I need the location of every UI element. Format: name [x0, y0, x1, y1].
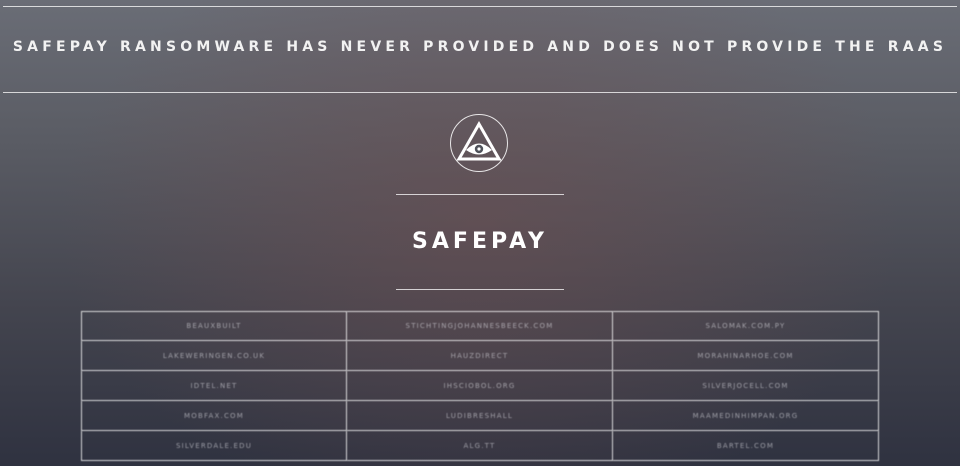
victim-link[interactable]: morahinarhoe.com	[613, 341, 879, 371]
top-divider	[3, 6, 957, 7]
victim-link[interactable]: lakeweringen.co.uk	[81, 341, 347, 371]
table-row: mobfax.com ludibreshall maamedinhimpan.o…	[81, 401, 879, 431]
site-title: SAFEPAY	[412, 229, 548, 254]
victim-link[interactable]: silverjocell.com	[613, 371, 879, 401]
table-row: lakeweringen.co.uk hauzdirect morahinarh…	[81, 341, 879, 371]
victim-link[interactable]: stichtingjohannesbeeck.com	[347, 311, 613, 341]
victim-list-table: beauxbuilt stichtingjohannesbeeck.com sa…	[81, 311, 879, 461]
victim-link[interactable]: silverdale.edu	[81, 431, 347, 461]
eye-in-triangle-icon	[456, 120, 502, 161]
site-logo	[450, 114, 508, 172]
title-bottom-divider	[396, 289, 564, 290]
table-row: silverdale.edu alg.tt bartel.com	[81, 431, 879, 461]
table-row: idtel.net ihsciobol.org silverjocell.com	[81, 371, 879, 401]
title-top-divider	[396, 194, 564, 195]
victim-link[interactable]: alg.tt	[347, 431, 613, 461]
victim-link[interactable]: bartel.com	[613, 431, 879, 461]
victim-link[interactable]: ihsciobol.org	[347, 371, 613, 401]
banner-divider	[3, 92, 957, 93]
victim-link[interactable]: salomak.com.py	[613, 311, 879, 341]
victim-link[interactable]: beauxbuilt	[81, 311, 347, 341]
victim-link[interactable]: idtel.net	[81, 371, 347, 401]
banner-text: SAFEPAY RANSOMWARE HAS NEVER PROVIDED AN…	[12, 39, 948, 55]
table-row: beauxbuilt stichtingjohannesbeeck.com sa…	[81, 311, 879, 341]
victim-link[interactable]: hauzdirect	[347, 341, 613, 371]
victim-link[interactable]: mobfax.com	[81, 401, 347, 431]
victim-link[interactable]: ludibreshall	[347, 401, 613, 431]
victim-link[interactable]: maamedinhimpan.org	[613, 401, 879, 431]
